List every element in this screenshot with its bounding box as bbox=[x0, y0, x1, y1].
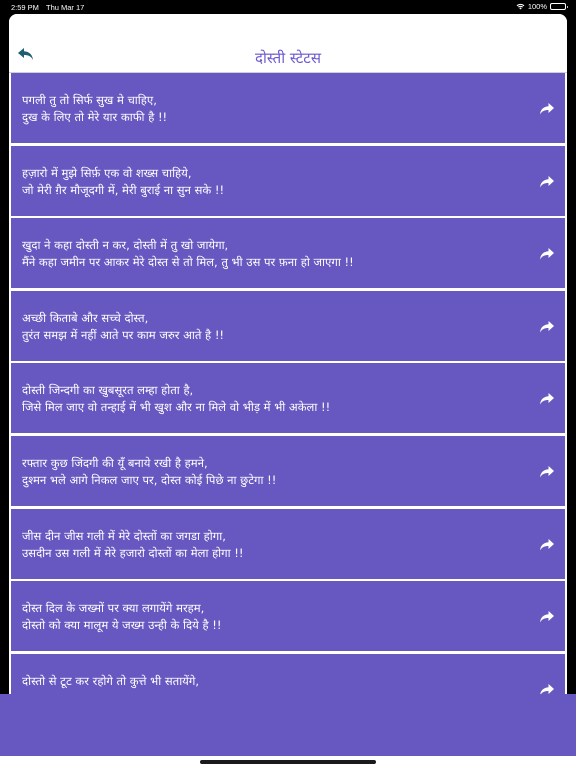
status-line-2: जो मेरी ग़ैर मौजूदगी में, मेरी बुराई ना … bbox=[22, 182, 225, 197]
status-line-1: हज़ारो में मुझे सिर्फ़ एक वो शख्स चाहिये… bbox=[22, 165, 192, 180]
status-card[interactable]: रफ्तार कुछ जिंदगी की यूँ बनाये रखी है हम… bbox=[11, 436, 565, 506]
status-line-1: दोस्ती जिन्दगी का खुबसूरत लम्हा होता है, bbox=[22, 383, 194, 398]
share-button[interactable] bbox=[539, 464, 555, 478]
home-indicator[interactable] bbox=[200, 760, 376, 764]
status-text: दोस्त दिल के जख्मों पर क्या लगायेंगे मरह… bbox=[22, 600, 515, 634]
share-icon bbox=[540, 320, 554, 333]
share-icon bbox=[540, 466, 554, 478]
status-line-2: उसदीन उस गली में मेरे हजारो दोस्तों का म… bbox=[22, 545, 244, 560]
share-button[interactable] bbox=[539, 174, 555, 188]
status-text: खुदा ने कहा दोस्ती न कर, दोस्ती में तु ख… bbox=[22, 237, 515, 271]
status-line-2: दोस्तो को क्या मालूम ये जख्म उन्ही के दि… bbox=[22, 618, 222, 633]
share-button[interactable] bbox=[539, 391, 555, 405]
status-card[interactable]: अच्छी किताबे और सच्चे दोस्त, तुरंत समझ मे… bbox=[11, 290, 565, 361]
share-icon bbox=[540, 611, 554, 623]
status-line-1: जीस दीन जीस गली में मेरे दोस्तों का जगडा… bbox=[22, 528, 226, 543]
status-text: दोस्ती जिन्दगी का खुबसूरत लम्हा होता है,… bbox=[22, 382, 515, 416]
share-button[interactable] bbox=[539, 537, 555, 551]
status-line-1: रफ्तार कुछ जिंदगी की यूँ बनाये रखी है हम… bbox=[22, 456, 208, 470]
status-line-1: दोस्तो से टूट कर रहोगे तो कुत्ते भी सताय… bbox=[22, 673, 199, 688]
page-title: दोस्ती स्टेटस bbox=[255, 49, 321, 67]
status-line-2: जिसे मिल जाए वो तन्हाई में भी खुश और ना … bbox=[22, 400, 331, 415]
status-text: रफ्तार कुछ जिंदगी की यूँ बनाये रखी है हम… bbox=[22, 455, 515, 489]
bottom-banner bbox=[0, 694, 576, 756]
share-icon bbox=[540, 393, 554, 405]
status-line-2: तुरंत समझ में नहीं आते पर काम जरुर आते ह… bbox=[22, 327, 225, 342]
status-card[interactable]: दोस्ती जिन्दगी का खुबसूरत लम्हा होता है,… bbox=[11, 363, 565, 434]
share-button[interactable] bbox=[539, 246, 555, 260]
status-line-2: दुश्मन भले आगे निकल जाए पर, दोस्त कोई पि… bbox=[22, 473, 277, 487]
share-button[interactable] bbox=[539, 609, 555, 623]
status-date: Thu Mar 17 bbox=[46, 3, 85, 12]
status-text: दोस्तो से टूट कर रहोगे तो कुत्ते भी सताय… bbox=[22, 673, 515, 690]
share-button[interactable] bbox=[539, 319, 555, 333]
status-line-1: खुदा ने कहा दोस्ती न कर, दोस्ती में तु ख… bbox=[22, 238, 229, 253]
status-text: अच्छी किताबे और सच्चे दोस्त, तुरंत समझ मे… bbox=[22, 310, 515, 344]
status-indicators: 100% bbox=[516, 2, 568, 11]
status-line-1: दोस्त दिल के जख्मों पर क्या लगायेंगे मरह… bbox=[22, 601, 205, 616]
share-button[interactable] bbox=[539, 101, 555, 115]
battery-icon bbox=[550, 3, 568, 10]
share-icon bbox=[540, 175, 554, 188]
status-time: 2:59 PM bbox=[11, 3, 39, 12]
status-card[interactable]: जीस दीन जीस गली में मेरे दोस्तों का जगडा… bbox=[11, 508, 565, 579]
status-card[interactable]: पगली तु तो सिर्फ सुख मे चाहिए, दुख के लिए… bbox=[11, 73, 565, 143]
status-line-1: अच्छी किताबे और सच्चे दोस्त, bbox=[22, 310, 149, 325]
status-text: जीस दीन जीस गली में मेरे दोस्तों का जगडा… bbox=[22, 528, 515, 562]
battery-percent: 100% bbox=[527, 2, 547, 11]
wifi-icon bbox=[516, 3, 525, 10]
status-line-2: मैंने कहा जमीन पर आकर मेरे दोस्त से तो म… bbox=[22, 255, 354, 270]
status-line-1: पगली तु तो सिर्फ सुख मे चाहिए, bbox=[22, 93, 157, 107]
status-card[interactable]: खुदा ने कहा दोस्ती न कर, दोस्ती में तु ख… bbox=[11, 218, 565, 289]
share-icon bbox=[540, 538, 554, 551]
share-icon bbox=[540, 103, 554, 115]
status-line-2: दुख के लिए तो मेरे यार काफी है !! bbox=[22, 110, 168, 124]
status-list[interactable]: पगली तु तो सिर्फ सुख मे चाहिए, दुख के लिए… bbox=[9, 73, 567, 756]
share-icon bbox=[540, 248, 554, 260]
status-bar: 2:59 PM Thu Mar 17 100% bbox=[0, 0, 576, 14]
home-area bbox=[0, 756, 576, 768]
status-text: पगली तु तो सिर्फ सुख मे चाहिए, दुख के लिए… bbox=[22, 92, 515, 126]
status-card[interactable]: दोस्त दिल के जख्मों पर क्या लगायेंगे मरह… bbox=[11, 581, 565, 652]
status-text: हज़ारो में मुझे सिर्फ़ एक वो शख्स चाहिये… bbox=[22, 165, 515, 199]
app-screen: दोस्ती स्टेटस पगली तु तो सिर्फ सुख मे चा… bbox=[9, 14, 567, 756]
status-card[interactable]: हज़ारो में मुझे सिर्फ़ एक वो शख्स चाहिये… bbox=[11, 145, 565, 216]
navigation-bar: दोस्ती स्टेटस bbox=[9, 14, 567, 73]
